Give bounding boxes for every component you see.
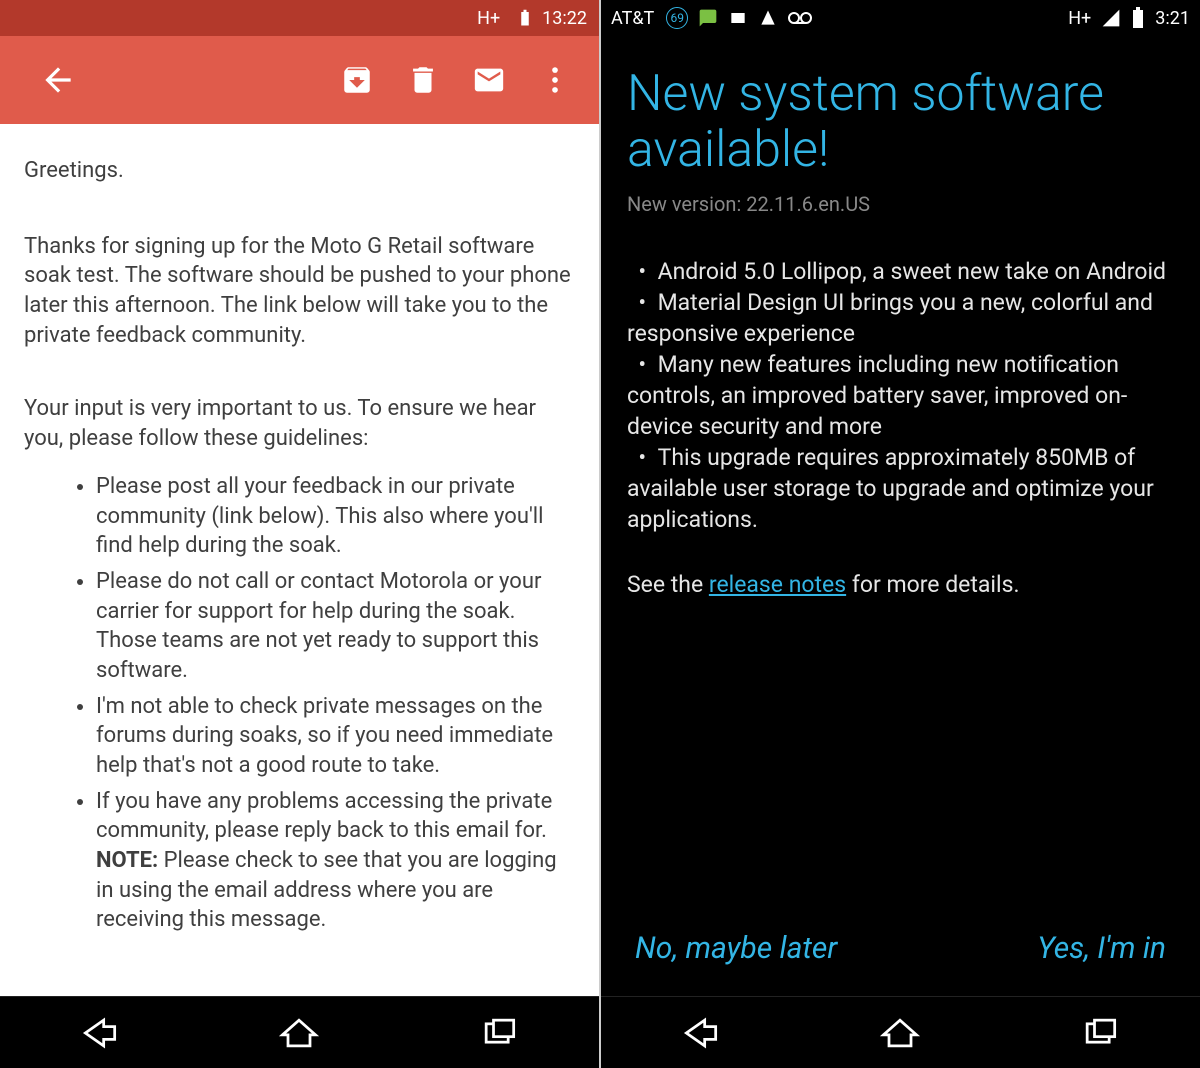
- email-body[interactable]: Greetings. Thanks for signing up for the…: [0, 124, 599, 996]
- messaging-icon: [698, 8, 718, 28]
- email-para-2: Your input is very important to us. To e…: [24, 394, 575, 453]
- back-button[interactable]: [32, 54, 84, 106]
- email-guidelines-list: Please post all your feedback in our pri…: [24, 472, 575, 935]
- battery-icon: [516, 6, 534, 30]
- decline-button[interactable]: No, maybe later: [635, 931, 837, 966]
- update-version: New version: 22.11.6.en.US: [627, 192, 1174, 216]
- archive-button[interactable]: [331, 54, 383, 106]
- nav-bar: [601, 996, 1200, 1068]
- nav-recent-button[interactable]: [439, 1011, 559, 1055]
- notification-badge: 69: [666, 7, 688, 29]
- email-greeting: Greetings.: [24, 156, 575, 186]
- list-item: If you have any problems accessing the p…: [96, 787, 575, 935]
- nav-home-button[interactable]: [239, 1011, 359, 1055]
- nav-back-button[interactable]: [641, 1011, 761, 1055]
- phone-system-update: AT&T 69 H+ 3:21 New system software avai…: [600, 0, 1200, 1068]
- nav-home-button[interactable]: [840, 1011, 960, 1055]
- update-title: New system software available!: [627, 66, 1174, 178]
- mark-unread-button[interactable]: [463, 54, 515, 106]
- battery-icon: [1131, 7, 1145, 29]
- delete-button[interactable]: [397, 54, 449, 106]
- list-item: Please do not call or contact Motorola o…: [96, 567, 575, 686]
- network-type: H+: [1068, 8, 1091, 29]
- overflow-menu-button[interactable]: [529, 54, 581, 106]
- update-actions: No, maybe later Yes, I'm in: [627, 931, 1174, 996]
- clock: 13:22: [542, 8, 587, 29]
- network-type: H+: [477, 8, 500, 29]
- signal-icon: [1101, 8, 1121, 28]
- carrier-label: AT&T: [611, 8, 654, 29]
- app-icon: [758, 8, 778, 28]
- nav-back-button[interactable]: [40, 1011, 160, 1055]
- update-screen: New system software available! New versi…: [601, 36, 1200, 996]
- email-para-1: Thanks for signing up for the Moto G Ret…: [24, 232, 575, 351]
- accept-button[interactable]: Yes, I'm in: [1037, 931, 1166, 966]
- nav-recent-button[interactable]: [1040, 1011, 1160, 1055]
- list-item: • Material Design UI brings you a new, c…: [627, 287, 1174, 349]
- clock: 3:21: [1155, 8, 1190, 29]
- list-item: Please post all your feedback in our pri…: [96, 472, 575, 561]
- list-item: • This upgrade requires approximately 85…: [627, 442, 1174, 535]
- list-item: • Android 5.0 Lollipop, a sweet new take…: [627, 256, 1174, 287]
- voicemail-icon: [788, 10, 812, 26]
- release-notes-link[interactable]: release notes: [709, 571, 846, 598]
- release-notes-line: See the release notes for more details.: [627, 571, 1174, 598]
- screenshot-icon: [728, 8, 748, 28]
- status-bar: AT&T 69 H+ 3:21: [601, 0, 1200, 36]
- phone-gmail: H+ 13:22 Greetings. Thanks for signing u…: [0, 0, 600, 1068]
- list-item: I'm not able to check private messages o…: [96, 692, 575, 781]
- app-bar: [0, 36, 599, 124]
- status-bar: H+ 13:22: [0, 0, 599, 36]
- update-bullets: • Android 5.0 Lollipop, a sweet new take…: [627, 256, 1174, 535]
- list-item: • Many new features including new notifi…: [627, 349, 1174, 442]
- nav-bar: [0, 996, 599, 1068]
